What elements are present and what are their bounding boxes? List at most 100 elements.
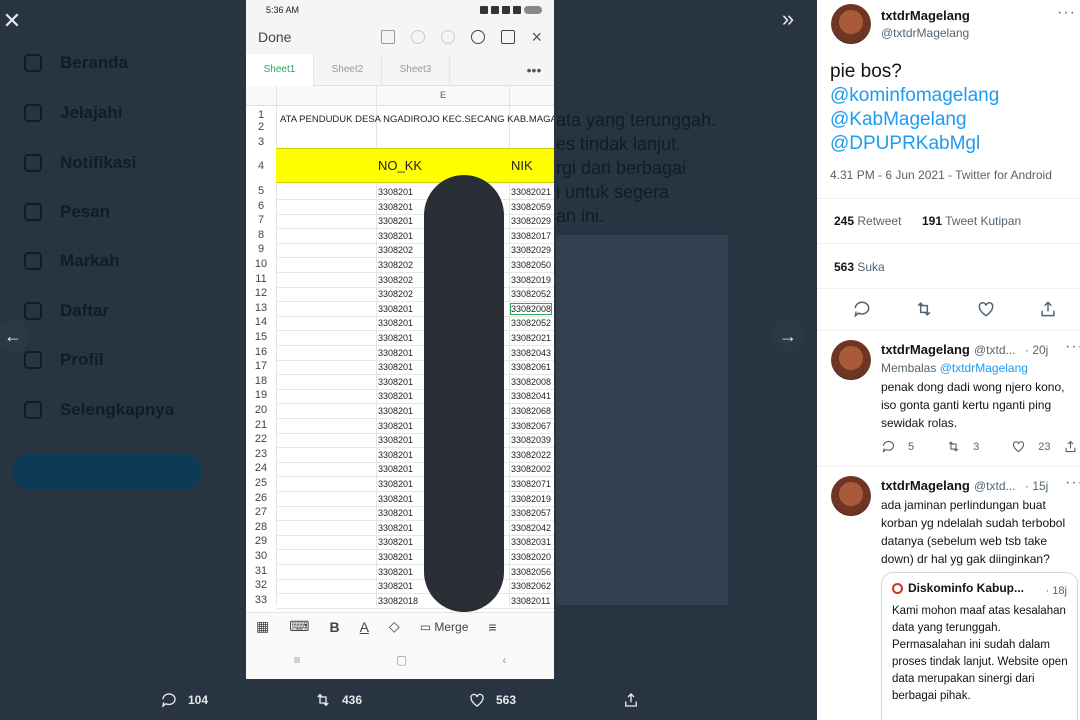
reply-author-handle[interactable]: @txtd... (974, 479, 1016, 493)
reply-count: 104 (188, 693, 209, 707)
quote-number: 191 (922, 214, 943, 228)
row-number: 20 (254, 404, 268, 416)
bg-nav-label: Jelajahi (60, 103, 123, 122)
retweet-count: 436 (342, 693, 363, 707)
undo-icon (411, 30, 426, 44)
no-kk-cell: 3308201 (378, 508, 414, 519)
like-stat[interactable]: 563 Suka (834, 260, 885, 274)
reply-time[interactable]: · 20j (1025, 343, 1048, 357)
more-options-icon[interactable]: ··· (1057, 4, 1076, 22)
tweet-timestamp[interactable]: 4.31 PM - 6 Jun 2021 - Twitter for Andro… (830, 168, 1052, 182)
next-arrow-icon[interactable]: → (771, 319, 805, 353)
bg-tweet-button (12, 454, 202, 490)
mention-link[interactable]: @kominfomagelang (830, 84, 1070, 108)
row-number: 19 (254, 389, 268, 402)
nik-cell: 33082039 (511, 435, 552, 446)
save-icon (381, 30, 396, 44)
no-kk-cell: 3308201 (378, 230, 414, 241)
reply-button[interactable] (852, 299, 872, 319)
reply-time[interactable]: · 15j (1025, 479, 1048, 493)
quote-stat-label: Tweet Kutipan (945, 214, 1022, 228)
bg-nav-label: Markah (60, 251, 120, 270)
no-kk-cell: 3308201 (378, 303, 414, 314)
reply-icon[interactable] (881, 439, 896, 454)
retweet-stat-label: Retweet (857, 214, 902, 228)
phone-status-bar: 5:36 AM (246, 0, 554, 20)
no-kk-cell: 3308201 (378, 318, 414, 329)
row-number: 5 (257, 185, 265, 197)
author-name[interactable]: txtdrMagelang (881, 8, 970, 23)
no-kk-cell: 3308201 (378, 376, 414, 387)
replying-prefix: Membalas (881, 361, 937, 375)
like-icon[interactable] (1011, 439, 1026, 454)
tab-sheet3: Sheet3 (382, 53, 450, 86)
quoted-tweet[interactable]: Diskominfo Kabup... · 18j Kami mohon maa… (881, 572, 1078, 720)
share-icon (625, 693, 637, 707)
reply-author-name[interactable]: txtdrMagelang (881, 478, 970, 493)
no-kk-cell: 3308201 (378, 581, 414, 592)
avatar[interactable] (831, 476, 871, 516)
mention-link[interactable]: @DPUPRKabMgl (830, 132, 1070, 156)
close-icon[interactable]: ✕ (2, 10, 22, 32)
no-kk-cell: 3308201 (378, 537, 414, 548)
like-count: 563 (496, 693, 517, 707)
tab-sheet1: Sheet1 (246, 53, 314, 86)
avatar[interactable] (831, 4, 871, 44)
share-button[interactable] (622, 691, 640, 709)
more-options-icon[interactable]: ··· (1065, 338, 1080, 356)
column-header: E (246, 86, 554, 106)
no-kk-cell: 3308201 (378, 566, 414, 577)
nik-cell: 33082021 (511, 187, 552, 197)
mention-link[interactable]: @KabMagelang (830, 108, 1070, 132)
redaction-blur (424, 175, 504, 612)
row-number: 27 (254, 506, 268, 519)
reply-icon (854, 301, 870, 318)
no-kk-cell: 3308201 (378, 347, 414, 358)
retweet-count: 3 (973, 440, 980, 453)
bg-text: i untuk segera (556, 182, 670, 202)
reply-button[interactable]: 104 (160, 691, 208, 709)
quoted-text: Kami mohon maaf atas kesalahan data yang… (892, 605, 1068, 702)
bg-nav-label: Notifikasi (60, 153, 137, 172)
like-number: 563 (834, 260, 855, 274)
reply-text: ada jaminan perlindungan buat korban yg … (881, 498, 1066, 566)
quote-stat[interactable]: 191 Tweet Kutipan (922, 214, 1021, 228)
like-button[interactable]: 563 (468, 691, 516, 709)
row-number: 17 (254, 360, 268, 373)
more-options-icon[interactable]: ··· (1065, 474, 1080, 492)
retweet-button[interactable]: 436 (314, 691, 362, 709)
retweet-icon[interactable] (946, 439, 961, 454)
replying-to-link[interactable]: @txtdrMagelang (940, 361, 1028, 375)
share-icon[interactable] (1063, 439, 1078, 454)
align-icon: ≡ (488, 618, 497, 635)
no-kk-cell: 3308201 (378, 420, 414, 431)
retweet-button[interactable] (914, 299, 934, 319)
like-button[interactable] (976, 299, 996, 319)
no-kk-cell: 3308201 (378, 522, 414, 533)
nik-cell: 33082052 (511, 289, 552, 300)
text-color-icon: A (359, 618, 369, 635)
retweet-stat[interactable]: 245 Retweet (834, 214, 901, 228)
no-kk-cell: 33082018 (378, 595, 419, 606)
expand-panel-icon[interactable]: » (776, 8, 800, 30)
share-button[interactable] (1038, 299, 1058, 319)
share-icon (1041, 301, 1055, 317)
back-icon: ‹ (502, 652, 507, 667)
reply-author-name[interactable]: txtdrMagelang (881, 342, 970, 357)
avatar[interactable] (831, 340, 871, 380)
row-number: 23 (254, 447, 268, 460)
bg-nav-item: Profil (24, 345, 224, 375)
nik-cell: 33082029 (511, 245, 552, 256)
tab-sheet2: Sheet2 (314, 53, 382, 86)
no-kk-cell: 3308201 (378, 406, 414, 416)
nik-cell: 33082071 (511, 479, 552, 489)
bold-icon: B (329, 618, 340, 635)
merge-button: ▭ Merge (419, 619, 469, 634)
no-kk-cell: 3308202 (378, 245, 414, 256)
author-handle[interactable]: @txtdrMagelang (881, 26, 969, 40)
row-number: 21 (254, 418, 268, 431)
calendar-icon (501, 30, 516, 44)
title-cell: ATA PENDUDUK DESA NGADIROJO KEC.SECANG K… (280, 114, 554, 125)
reply-author-handle[interactable]: @txtd... (974, 343, 1016, 357)
bg-nav-item: Daftar (24, 296, 224, 326)
